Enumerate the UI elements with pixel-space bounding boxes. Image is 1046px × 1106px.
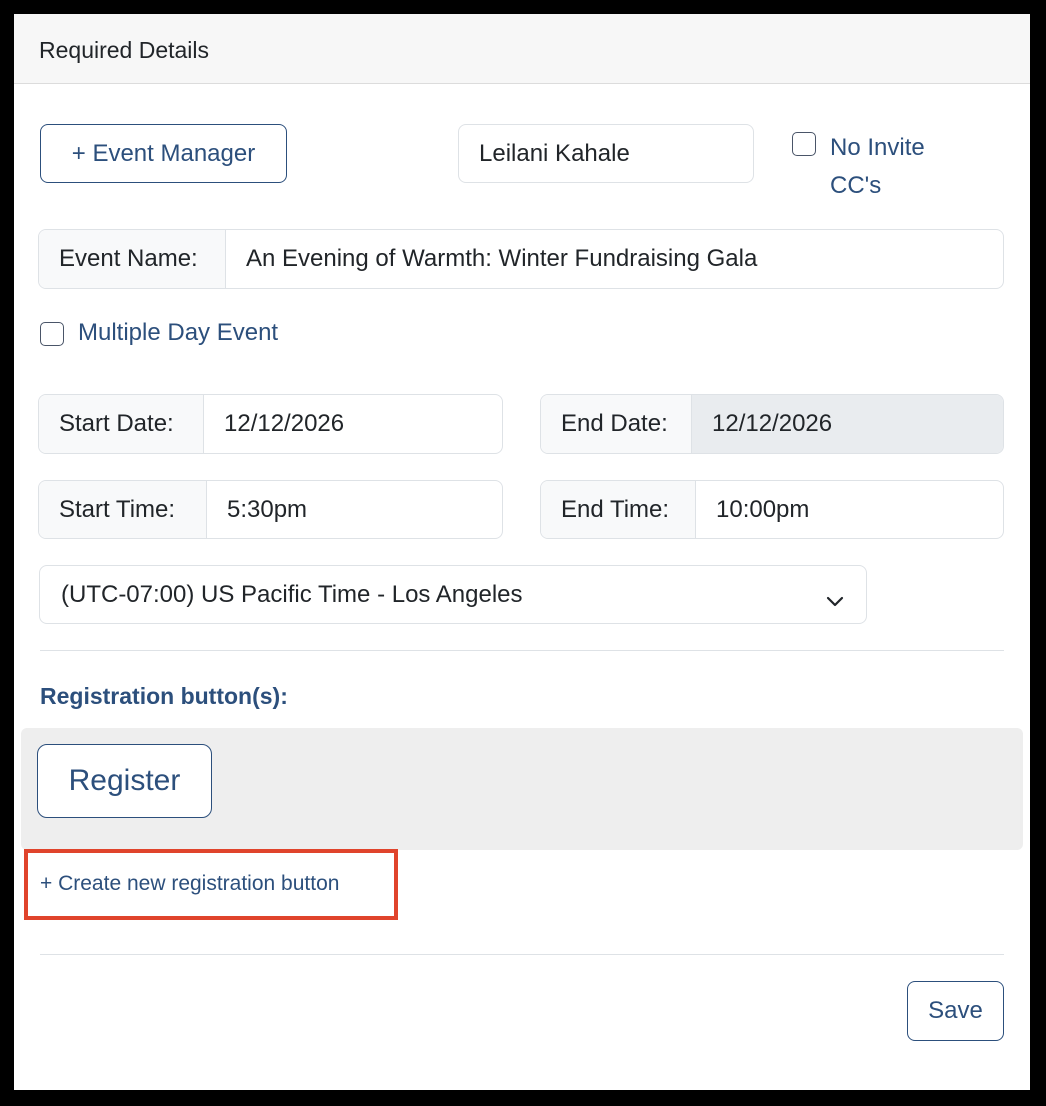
card-header: Required Details bbox=[14, 14, 1030, 84]
multiple-day-checkbox[interactable] bbox=[40, 322, 64, 346]
chevron-down-icon bbox=[826, 587, 844, 607]
end-date-label: End Date: bbox=[541, 395, 692, 453]
registration-heading: Registration button(s): bbox=[40, 683, 288, 709]
end-date-group: End Date: 12/12/2026 bbox=[540, 394, 1004, 454]
start-date-input[interactable]: 12/12/2026 bbox=[204, 395, 502, 453]
section-divider-2 bbox=[40, 954, 1004, 955]
no-invite-ccs-label-line1: No Invite bbox=[830, 134, 925, 161]
save-button[interactable]: Save bbox=[907, 981, 1004, 1041]
card-title: Required Details bbox=[39, 37, 210, 63]
add-event-manager-label: + Event Manager bbox=[71, 139, 256, 167]
end-date-input: 12/12/2026 bbox=[692, 395, 1003, 453]
start-time-input[interactable]: 5:30pm bbox=[207, 481, 502, 538]
end-time-input[interactable]: 10:00pm bbox=[696, 481, 1003, 538]
create-registration-button-link[interactable]: + Create new registration button bbox=[40, 872, 339, 896]
start-time-label: Start Time: bbox=[39, 481, 207, 538]
multiple-day-label[interactable]: Multiple Day Event bbox=[78, 319, 278, 347]
event-manager-name-value: Leilani Kahale bbox=[479, 139, 630, 167]
required-details-card: Required Details + Event Manager Leilani… bbox=[14, 14, 1030, 1090]
timezone-selected-value: (UTC-07:00) US Pacific Time - Los Angele… bbox=[61, 580, 523, 608]
event-name-group: Event Name: An Evening of Warmth: Winter… bbox=[38, 229, 1004, 289]
save-button-label: Save bbox=[928, 997, 983, 1024]
event-name-label: Event Name: bbox=[39, 230, 226, 288]
no-invite-ccs-label[interactable]: No Invite CC's bbox=[830, 129, 925, 205]
event-manager-name-field[interactable]: Leilani Kahale bbox=[458, 124, 754, 183]
no-invite-ccs-checkbox[interactable] bbox=[792, 132, 816, 156]
register-button[interactable]: Register bbox=[37, 744, 212, 818]
end-time-label: End Time: bbox=[541, 481, 696, 538]
section-divider-1 bbox=[40, 650, 1004, 651]
add-event-manager-button[interactable]: + Event Manager bbox=[40, 124, 287, 183]
event-name-input[interactable]: An Evening of Warmth: Winter Fundraising… bbox=[226, 230, 1003, 288]
register-button-label: Register bbox=[68, 764, 181, 797]
start-date-group: Start Date: 12/12/2026 bbox=[38, 394, 503, 454]
timezone-select[interactable]: (UTC-07:00) US Pacific Time - Los Angele… bbox=[39, 565, 867, 624]
no-invite-ccs-label-line2: CC's bbox=[830, 172, 882, 199]
registration-buttons-panel: Register bbox=[21, 728, 1023, 850]
end-time-group: End Time: 10:00pm bbox=[540, 480, 1004, 539]
start-date-label: Start Date: bbox=[39, 395, 204, 453]
start-time-group: Start Time: 5:30pm bbox=[38, 480, 503, 539]
